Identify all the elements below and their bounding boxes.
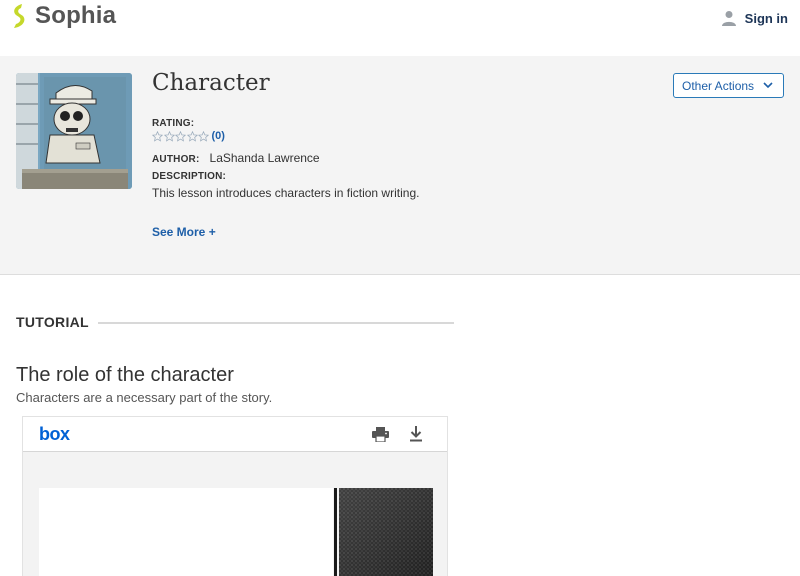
star-outline-icon xyxy=(186,130,198,142)
box-toolbar: box xyxy=(23,417,447,452)
star-outline-icon xyxy=(198,130,209,142)
see-more-link[interactable]: See More + xyxy=(152,225,216,239)
star-outline-icon xyxy=(152,130,163,142)
person-icon xyxy=(721,11,736,26)
star-outline-icon xyxy=(175,130,186,142)
cartoon-character-thumbnail xyxy=(16,73,132,189)
rating-count[interactable]: (0) xyxy=(212,130,225,142)
description-label: DESCRIPTION: xyxy=(152,171,227,182)
lesson-title: Character xyxy=(152,70,270,96)
tutorial-heading: TUTORIAL xyxy=(16,314,89,330)
author-row: AUTHOR: LaShanda Lawrence xyxy=(152,151,320,165)
download-icon[interactable] xyxy=(409,426,423,442)
carbon-texture xyxy=(339,488,433,576)
rating-label: RATING: xyxy=(152,118,195,129)
logo-text: Sophia xyxy=(35,2,117,29)
sign-in-link[interactable]: Sign in xyxy=(721,8,788,28)
author-label: AUTHOR: xyxy=(152,154,200,165)
star-outline-icon xyxy=(163,130,175,142)
other-actions-button[interactable]: Other Actions xyxy=(673,73,784,98)
sophia-logo[interactable]: Sophia xyxy=(10,2,116,30)
document-page xyxy=(39,488,333,576)
box-document-viewer: box xyxy=(22,416,448,576)
tutorial-subtitle: Characters are a necessary part of the s… xyxy=(16,390,273,405)
sign-in-label: Sign in xyxy=(744,10,788,26)
rating-stars[interactable]: (0) xyxy=(152,130,225,142)
site-header: Sophia Sign in xyxy=(0,0,800,56)
author-name: LaShanda Lawrence xyxy=(209,151,320,165)
lesson-thumbnail[interactable] xyxy=(16,73,132,189)
sophia-s-logo-icon xyxy=(14,4,25,28)
document-dark-page xyxy=(339,488,433,576)
other-actions-label: Other Actions xyxy=(682,78,755,93)
print-icon[interactable] xyxy=(372,427,389,442)
box-logo[interactable]: box xyxy=(39,424,70,445)
page-divider xyxy=(334,488,337,576)
tutorial-divider xyxy=(98,322,454,324)
tutorial-title: The role of the character xyxy=(16,364,234,386)
lesson-info-panel: Character RATING: (0) AUTHOR: LaShanda L… xyxy=(0,56,800,275)
description-text: This lesson introduces characters in fic… xyxy=(152,186,420,200)
chevron-down-icon xyxy=(763,82,773,89)
